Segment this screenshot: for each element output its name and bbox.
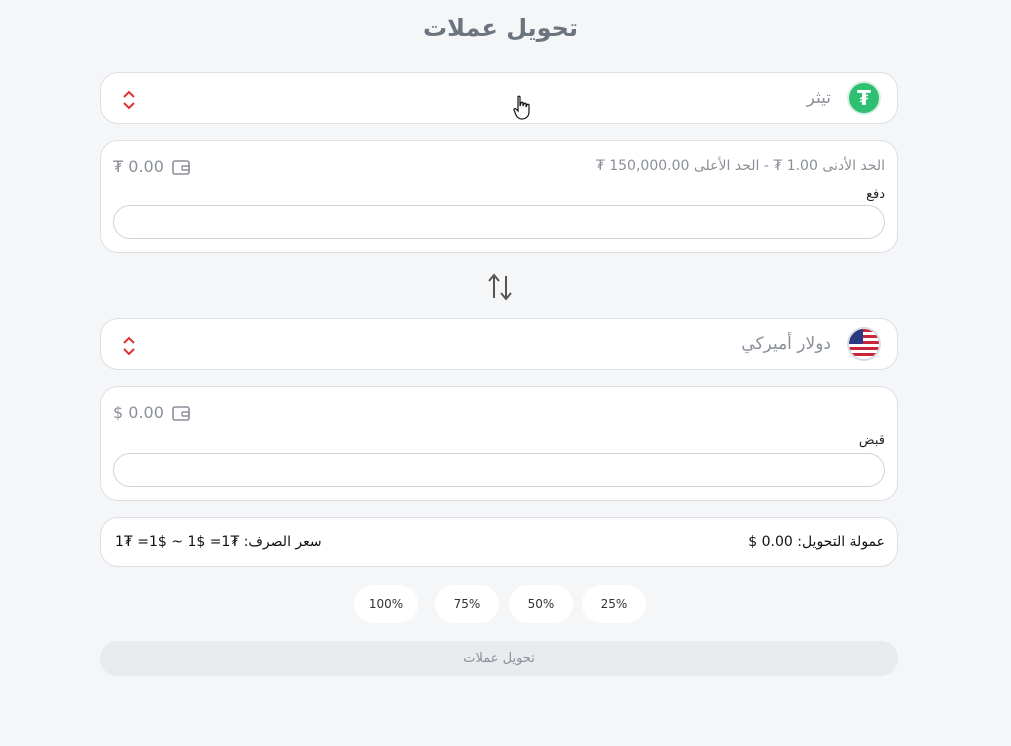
- receive-label: قبض: [858, 433, 885, 448]
- from-currency-select[interactable]: ₮ تيثر: [100, 72, 898, 124]
- percent-75-button[interactable]: 75%: [435, 585, 499, 623]
- pay-amount-card: ₮ 0.00 الحد الأدنى 1.00 ₮ - الحد الأعلى …: [100, 140, 898, 253]
- percent-25-button[interactable]: 25%: [582, 585, 646, 623]
- from-balance: ₮ 0.00: [113, 157, 190, 176]
- exchange-rate: 1₮ =1$ ~ 1$ =1₮ :سعر الصرف: [115, 534, 322, 550]
- from-currency-name: تيثر: [806, 88, 831, 108]
- wallet-icon: [172, 405, 190, 421]
- receive-amount-card: $ 0.00 قبض: [100, 386, 898, 501]
- hand-pointer-icon: [513, 95, 530, 120]
- to-currency-select[interactable]: دولار أميركي: [100, 318, 898, 370]
- pay-label: دفع: [866, 187, 885, 202]
- to-currency-name: دولار أميركي: [741, 334, 831, 354]
- percent-50-button[interactable]: 50%: [509, 585, 573, 623]
- wallet-icon: [172, 159, 190, 175]
- percent-100-button[interactable]: 100%: [354, 585, 418, 623]
- to-balance-value: $ 0.00: [113, 403, 164, 422]
- chevron-updown-icon[interactable]: [121, 335, 137, 357]
- pay-input[interactable]: [113, 205, 885, 239]
- chevron-updown-icon[interactable]: [121, 89, 137, 111]
- receive-input[interactable]: [113, 453, 885, 487]
- amount-limits: الحد الأدنى 1.00 ₮ - الحد الأعلى 150,000…: [595, 158, 885, 174]
- us-flag-icon: [847, 327, 881, 361]
- page-title: تحويل عملات: [423, 14, 578, 42]
- fee-rate-card: عمولة التحويل: 0.00 $ 1₮ =1$ ~ 1$ =1₮ :س…: [100, 517, 898, 567]
- tether-icon: ₮: [847, 81, 881, 115]
- swap-icon[interactable]: [487, 272, 513, 302]
- to-balance: $ 0.00: [113, 403, 190, 422]
- from-balance-value: ₮ 0.00: [113, 157, 164, 176]
- convert-button[interactable]: تحويل عملات: [100, 641, 898, 676]
- conversion-commission: عمولة التحويل: 0.00 $: [748, 534, 885, 550]
